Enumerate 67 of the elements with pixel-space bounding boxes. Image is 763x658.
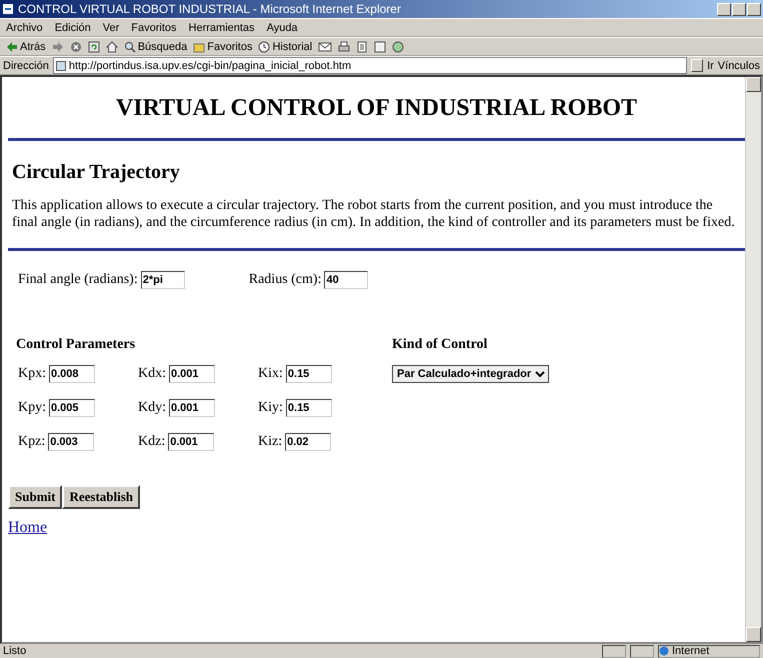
page-heading: Circular Trajectory xyxy=(12,161,181,184)
mail-icon[interactable] xyxy=(318,40,332,52)
document-icon[interactable] xyxy=(374,40,386,52)
field-label: Kdx: xyxy=(138,366,166,382)
browser-icon xyxy=(2,3,14,15)
minimize-button[interactable] xyxy=(717,2,731,16)
field-label: Kiy: xyxy=(258,400,283,416)
menu-item[interactable]: Favoritos xyxy=(131,22,177,34)
menu-item[interactable]: Ver xyxy=(102,22,120,34)
field-label: Kpy: xyxy=(18,400,46,416)
window-title: CONTROL VIRTUAL ROBOT INDUSTRIAL - Microsoft Internet Explorer xyxy=(18,2,402,16)
field-label: Kdz: xyxy=(138,434,166,450)
status-pane xyxy=(630,644,654,658)
input-field[interactable]: 0.15 xyxy=(286,364,332,383)
field-label: Kix: xyxy=(258,366,283,382)
printer-icon[interactable] xyxy=(338,40,350,52)
field-label: Kdy: xyxy=(138,400,166,416)
control-select[interactable]: Par Calculado+integrador xyxy=(392,364,549,383)
menu-item[interactable]: Herramientas xyxy=(188,22,255,34)
field-label: Kpx: xyxy=(18,366,46,382)
input-field[interactable]: 0.001 xyxy=(169,364,215,383)
field-label: Radius (cm): xyxy=(248,272,322,288)
section-heading: Kind of Control xyxy=(392,336,488,353)
input-field[interactable]: 0.001 xyxy=(168,432,214,451)
zone-indicator: Internet xyxy=(658,644,760,658)
home-link[interactable]: Home xyxy=(8,518,48,537)
input-field[interactable]: 0.005 xyxy=(49,398,95,417)
field-label: Final angle (radians): xyxy=(18,272,138,288)
field-label: Kiz: xyxy=(258,434,282,450)
input-field[interactable]: 0.001 xyxy=(169,398,215,417)
description: This application allows to execute a circular trajectory. The robot starts from the current position, and you must introduce the final angle (in radians), and the circumference radius (in cm). In addition, the kind of controller and its parameters must be fixed. xyxy=(12,198,736,232)
search-icon xyxy=(124,40,136,52)
status-text: Listo xyxy=(3,645,28,657)
toolbar-button[interactable]: Historial xyxy=(258,40,312,52)
dropdown-button[interactable] xyxy=(691,59,704,72)
page-title: VIRTUAL CONTROL OF INDUSTRIAL ROBOT xyxy=(114,95,638,122)
menu-item[interactable]: Archivo xyxy=(6,22,43,34)
refresh-icon[interactable] xyxy=(88,40,100,52)
links-button[interactable]: Vínculos xyxy=(718,60,760,72)
form-button[interactable]: Submit xyxy=(8,484,62,509)
person-icon[interactable] xyxy=(392,40,404,52)
toolbar-button[interactable]: Favoritos xyxy=(193,40,252,52)
input-field[interactable]: 0.02 xyxy=(285,432,332,451)
menu-item[interactable]: Ayuda xyxy=(266,22,298,34)
page-icon xyxy=(56,60,66,70)
toolbar-button[interactable]: Atrás xyxy=(6,40,46,52)
input-field[interactable]: 0.003 xyxy=(48,432,94,451)
folder-icon xyxy=(193,40,206,52)
close-button[interactable] xyxy=(747,2,761,16)
address-field[interactable]: http://portindus.isa.upv.es/cgi-bin/pagina_inicial_robot.htm xyxy=(52,57,688,74)
go-button[interactable]: Ir xyxy=(707,60,714,72)
maximize-button[interactable] xyxy=(732,2,746,16)
input-field[interactable]: 40 xyxy=(324,270,368,289)
field-label: Kpz: xyxy=(18,434,46,450)
menu-item[interactable]: Edición xyxy=(54,22,91,34)
form-button[interactable]: Reestablish xyxy=(62,484,140,509)
clock-icon xyxy=(258,40,270,52)
back-arrow-icon xyxy=(6,40,18,52)
section-heading: Control Parameters xyxy=(16,336,136,353)
address-label: Dirección xyxy=(3,60,49,72)
toolbar-button[interactable]: Búsqueda xyxy=(124,40,188,52)
stop-icon[interactable] xyxy=(70,40,82,52)
input-field[interactable]: 0.008 xyxy=(49,364,95,383)
input-field[interactable]: 0.15 xyxy=(286,398,332,417)
input-field[interactable]: 2*pi xyxy=(140,270,185,289)
status-pane xyxy=(602,644,626,658)
home-icon[interactable] xyxy=(106,40,118,52)
